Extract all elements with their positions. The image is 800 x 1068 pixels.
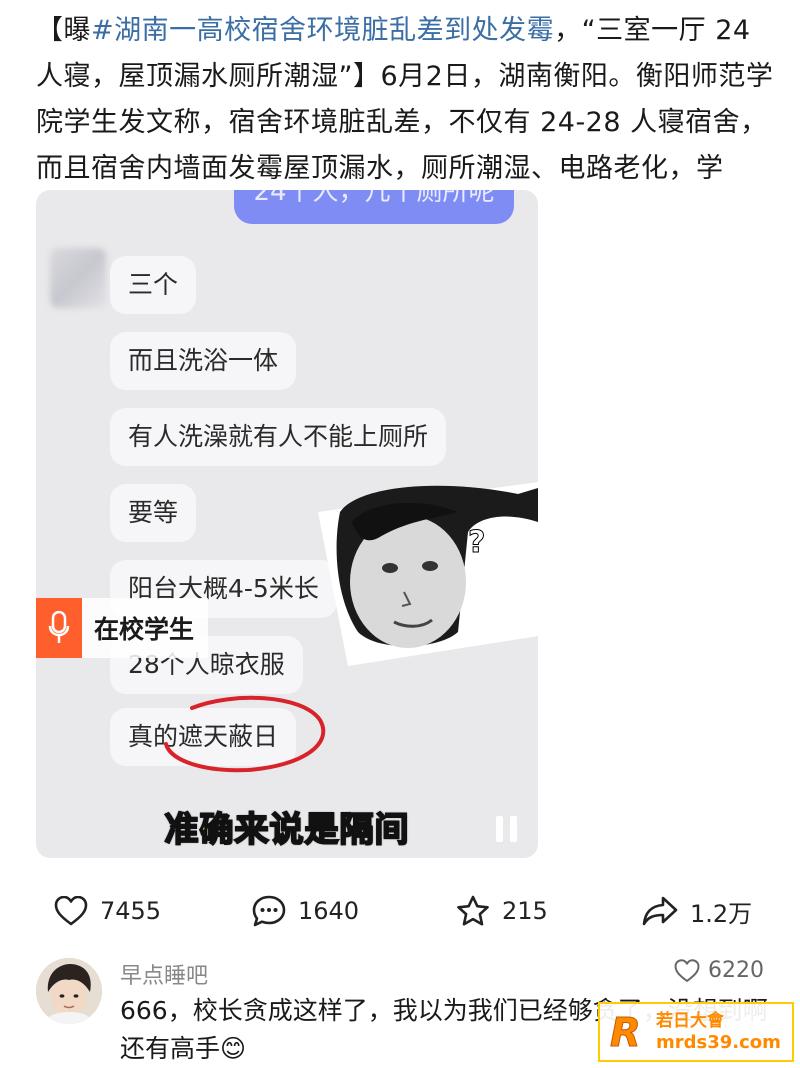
share-arrow-icon: [642, 896, 678, 926]
chat-avatar-blurred: [50, 248, 106, 308]
svg-text:R: R: [610, 1010, 641, 1056]
comment-count: 1640: [298, 897, 360, 925]
post-bracket: 【曝: [36, 15, 91, 46]
smile-emoji-icon: 😊: [220, 1034, 247, 1063]
chat-bubble: 而且洗浴一体: [110, 332, 297, 390]
speaker-tag-label: 在校学生: [94, 615, 195, 644]
comment-like-button[interactable]: 6220: [674, 958, 764, 983]
star-icon: [457, 895, 489, 926]
share-count: 1.2万: [690, 899, 753, 928]
heart-icon: [54, 896, 88, 926]
chat-bubble: 要等: [110, 484, 197, 542]
watermark-name: 若日大會: [656, 1011, 724, 1031]
speaker-tag: 在校学生: [36, 598, 209, 658]
comment-bubble-icon: [252, 895, 286, 927]
chat-bubble: 三个: [110, 256, 197, 314]
video-player[interactable]: 24个人，几个厕所呢 三个 而且洗浴一体 有人洗澡就有人不能上厕所 要等 阳台大…: [36, 190, 538, 858]
post-hashtag-link[interactable]: #湖南一高校宿舍环境脏乱差到处发霉: [91, 15, 554, 46]
watermark-url: mrds39.com: [656, 1032, 781, 1053]
like-count: 7455: [100, 897, 162, 925]
chat-bubble: 有人洗澡就有人不能上厕所: [110, 408, 447, 466]
comment-button[interactable]: 1640: [252, 888, 359, 934]
avatar[interactable]: [36, 958, 102, 1024]
share-button[interactable]: 1.2万: [642, 888, 752, 934]
favorite-button[interactable]: 215: [456, 888, 548, 934]
meme-question-mark: ?: [468, 525, 485, 560]
pause-icon[interactable]: [496, 816, 518, 842]
comment-like-count: 6220: [708, 958, 764, 983]
chat-bubble-user: 24个人，几个厕所呢: [234, 190, 514, 224]
microphone-icon: [36, 598, 82, 658]
favorite-count: 215: [502, 897, 548, 925]
like-button[interactable]: 7455: [54, 888, 161, 934]
video-subtitle: 准确来说是隔间: [164, 809, 410, 851]
comment-username[interactable]: 早点睡吧: [120, 958, 208, 990]
watermark-logo: R 若日大會 mrds39.com: [598, 1002, 794, 1062]
red-circle-annotation: [164, 695, 326, 773]
watermark-r-icon: R: [610, 1010, 642, 1057]
meme-face-image: ?: [318, 482, 538, 666]
action-bar: 7455 1640 215 1.2万: [0, 888, 800, 934]
heart-icon: [674, 958, 700, 982]
